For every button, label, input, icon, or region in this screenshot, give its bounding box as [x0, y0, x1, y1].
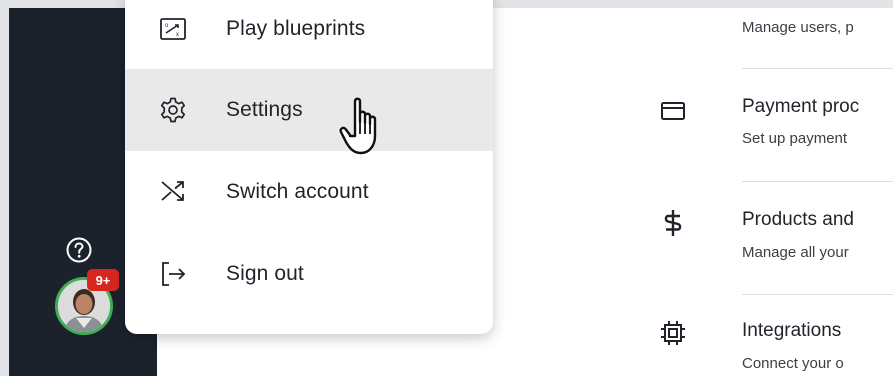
shuffle-icon	[159, 178, 187, 206]
settings-row-title: Payment proc	[742, 96, 860, 117]
dollar-icon	[658, 208, 688, 238]
menu-item-label: Play blueprints	[226, 17, 366, 40]
chip-icon	[658, 318, 688, 348]
menu-item-sign-out[interactable]: Sign out	[125, 233, 493, 315]
menu-item-play-blueprints[interactable]: o x Play blueprints	[125, 0, 493, 72]
settings-row-users[interactable]: Manage users, p	[640, 0, 893, 68]
app-frame: 9+ Manage users, p Payment proc Set up p…	[0, 0, 893, 376]
user-avatar-button[interactable]: 9+	[53, 269, 119, 338]
card-icon	[658, 96, 688, 126]
settings-row-desc: Manage all your	[742, 244, 849, 261]
help-button[interactable]	[62, 235, 96, 269]
menu-item-settings[interactable]: Settings	[125, 69, 493, 151]
svg-text:o: o	[165, 23, 169, 29]
settings-row-integrations[interactable]: Integrations Connect your o	[640, 295, 893, 376]
blueprint-icon: o x	[159, 15, 187, 43]
account-menu: o x Play blueprints Settings Switch acco…	[125, 0, 493, 334]
gear-icon	[159, 96, 187, 124]
settings-row-desc: Set up payment	[742, 130, 848, 147]
notification-badge: 9+	[87, 269, 119, 291]
window-left-border	[0, 0, 9, 376]
settings-row-title: Products and	[742, 209, 854, 230]
settings-list: Manage users, p Payment proc Set up paym…	[640, 0, 893, 376]
settings-row-desc: Connect your o	[742, 355, 844, 372]
settings-row-products[interactable]: Products and Manage all your	[640, 182, 893, 294]
menu-item-label: Switch account	[226, 180, 369, 203]
help-circle-icon	[65, 236, 93, 269]
menu-item-label: Settings	[226, 98, 303, 121]
svg-text:x: x	[176, 32, 179, 38]
settings-row-desc: Manage users, p	[742, 19, 854, 36]
settings-row-payment[interactable]: Payment proc Set up payment	[640, 69, 893, 181]
menu-item-switch-account[interactable]: Switch account	[125, 151, 493, 233]
settings-row-title: Integrations	[742, 320, 842, 341]
menu-item-label: Sign out	[226, 262, 304, 285]
sign-out-icon	[159, 260, 187, 288]
